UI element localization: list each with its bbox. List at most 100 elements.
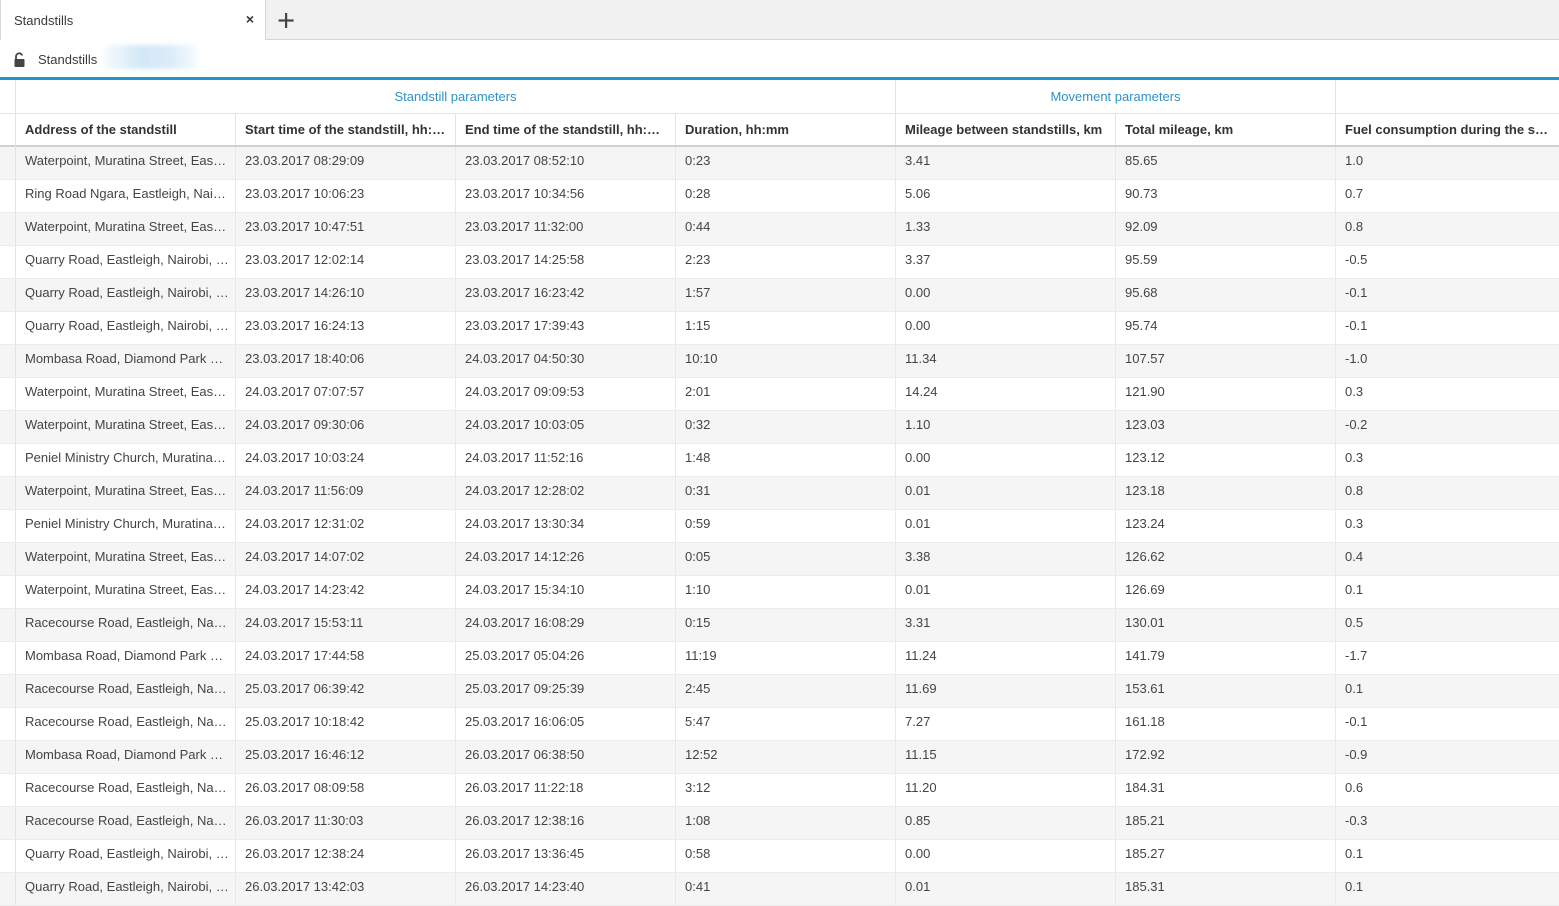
table-row[interactable]: Quarry Road, Eastleigh, Nairobi, 00... 26… <box>0 840 1559 873</box>
table-cell: 23.03.2017 10:47:51 <box>236 213 456 245</box>
column-header-address[interactable]: Address of the standstill <box>16 114 236 145</box>
table-cell: 23.03.2017 14:25:58 <box>456 246 676 278</box>
table-row[interactable]: Waterpoint, Muratina Street, Eastl... 24.… <box>0 477 1559 510</box>
table-cell: 26.03.2017 11:22:18 <box>456 774 676 806</box>
table-cell: -1.0 <box>1345 351 1368 366</box>
table-cell: 95.74 <box>1116 312 1336 344</box>
row-gutter-cell <box>0 180 16 212</box>
table-row[interactable]: Ring Road Ngara, Eastleigh, Nairo... 23.0… <box>0 180 1559 213</box>
table-cell: 130.01 <box>1116 609 1336 641</box>
table-cell: -0.1 <box>1345 318 1368 333</box>
table-row[interactable]: Waterpoint, Muratina Street, Eastl... 24.… <box>0 411 1559 444</box>
table-cell: 23.03.2017 16:23:42 <box>456 279 676 311</box>
table-cell: 11.24 <box>896 642 1116 674</box>
table-cell: 0:23 <box>676 147 896 179</box>
table-cell: 0.01 <box>896 576 1116 608</box>
table-cell: 11.15 <box>896 741 1116 773</box>
table-cell: 1.0 <box>1345 153 1364 168</box>
close-icon[interactable]: × <box>243 11 257 27</box>
table-cell: 0.00 <box>896 840 1116 872</box>
table-row[interactable]: Quarry Road, Eastleigh, Nairobi, 00... 23… <box>0 279 1559 312</box>
table-row[interactable]: Peniel Ministry Church, Muratina S... 24.… <box>0 444 1559 477</box>
table-cell: 1:57 <box>676 279 896 311</box>
row-gutter-cell <box>0 675 16 707</box>
tab-label: Standstills <box>14 13 74 28</box>
table-cell: 10:10 <box>676 345 896 377</box>
table-cell: 5:47 <box>676 708 896 740</box>
row-gutter-cell <box>0 411 16 443</box>
table-cell: 12:52 <box>676 741 896 773</box>
table-cell: Waterpoint, Muratina Street, Eastl... <box>16 543 236 575</box>
table-cell: 2:23 <box>676 246 896 278</box>
table-cell: 1.10 <box>896 411 1116 443</box>
table-cell: 161.18 <box>1116 708 1336 740</box>
table-cell: Peniel Ministry Church, Muratina S... <box>16 510 236 542</box>
table-row[interactable]: Mombasa Road, Diamond Park Es... 24.03.20… <box>0 642 1559 675</box>
table-cell: 0.1 <box>1345 582 1364 597</box>
column-header-end-time[interactable]: End time of the standstill, hh:mm... <box>456 114 676 145</box>
table-row[interactable]: Racecourse Road, Eastleigh, Nairo... 25.0… <box>0 708 1559 741</box>
table-cell: 0:31 <box>676 477 896 509</box>
table-cell: Racecourse Road, Eastleigh, Nairo... <box>16 708 236 740</box>
table-row[interactable]: Peniel Ministry Church, Muratina S... 24.… <box>0 510 1559 543</box>
table-cell: 23.03.2017 14:26:10 <box>236 279 456 311</box>
table-cell: 23.03.2017 17:39:43 <box>456 312 676 344</box>
column-header-total-mileage[interactable]: Total mileage, km <box>1116 114 1336 145</box>
table-cell: 153.61 <box>1116 675 1336 707</box>
table-cell: Quarry Road, Eastleigh, Nairobi, 00... <box>16 246 236 278</box>
plus-icon <box>278 13 294 28</box>
table-cell: 0.1 <box>1345 846 1364 861</box>
table-cell: 24.03.2017 12:28:02 <box>456 477 676 509</box>
table-row[interactable]: Quarry Road, Eastleigh, Nairobi, 00... 23… <box>0 312 1559 345</box>
table-cell: 0.1 <box>1345 879 1364 894</box>
table-row[interactable]: Quarry Road, Eastleigh, Nairobi, 00... 23… <box>0 246 1559 279</box>
group-movement-parameters: Movement parameters <box>896 80 1336 114</box>
table-cell: 23.03.2017 10:06:23 <box>236 180 456 212</box>
column-header-fuel-consumption[interactable]: Fuel consumption during the stan... <box>1336 114 1556 145</box>
column-header-mileage-between[interactable]: Mileage between standstills, km <box>896 114 1116 145</box>
table-cell: 24.03.2017 10:03:05 <box>456 411 676 443</box>
add-tab-button[interactable] <box>274 6 298 34</box>
table-cell: 26.03.2017 12:38:16 <box>456 807 676 839</box>
table-row[interactable]: Racecourse Road, Eastleigh, Nairo... 26.0… <box>0 774 1559 807</box>
table-cell: 23.03.2017 08:52:10 <box>456 147 676 179</box>
tab-standstills[interactable]: Standstills × <box>0 0 266 40</box>
table-row[interactable]: Waterpoint, Muratina Street, Eastl... 24.… <box>0 543 1559 576</box>
table-row[interactable]: Waterpoint, Muratina Street, Eastl... 24.… <box>0 378 1559 411</box>
table-row[interactable]: Waterpoint, Muratina Street, Eastl... 23.… <box>0 147 1559 180</box>
table-cell: 2:01 <box>676 378 896 410</box>
table-cell: 7.27 <box>896 708 1116 740</box>
table-row[interactable]: Mombasa Road, Diamond Park Es... 23.03.20… <box>0 345 1559 378</box>
report-toolbar: Standstills <box>0 40 1559 77</box>
table-cell: 123.03 <box>1116 411 1336 443</box>
table-cell: 0:32 <box>676 411 896 443</box>
row-gutter-cell <box>0 477 16 509</box>
table-row[interactable]: Mombasa Road, Diamond Park Es... 25.03.20… <box>0 741 1559 774</box>
column-header-duration[interactable]: Duration, hh:mm <box>676 114 896 145</box>
row-gutter-cell <box>0 840 16 872</box>
unlock-icon[interactable] <box>13 52 27 68</box>
table-cell: 95.68 <box>1116 279 1336 311</box>
column-header-start-time[interactable]: Start time of the standstill, hh:m... <box>236 114 456 145</box>
table-cell: -0.9 <box>1345 747 1368 762</box>
table-cell: 25.03.2017 16:06:05 <box>456 708 676 740</box>
group-standstill-parameters: Standstill parameters <box>16 80 896 114</box>
row-gutter-cell <box>0 279 16 311</box>
table-cell: 24.03.2017 17:44:58 <box>236 642 456 674</box>
table-row[interactable]: Racecourse Road, Eastleigh, Nairo... 26.0… <box>0 807 1559 840</box>
table-cell: 1:08 <box>676 807 896 839</box>
table-row[interactable]: Quarry Road, Eastleigh, Nairobi, 00... 26… <box>0 873 1559 906</box>
table-cell: 185.27 <box>1116 840 1336 872</box>
table-cell: 11.69 <box>896 675 1116 707</box>
table-cell: 24.03.2017 15:34:10 <box>456 576 676 608</box>
table-cell: 126.69 <box>1116 576 1336 608</box>
table-cell: 11:19 <box>676 642 896 674</box>
table-cell: 25.03.2017 16:46:12 <box>236 741 456 773</box>
table-cell: 24.03.2017 16:08:29 <box>456 609 676 641</box>
table-cell: 0.7 <box>1345 186 1364 201</box>
table-row[interactable]: Waterpoint, Muratina Street, Eastl... 23.… <box>0 213 1559 246</box>
table-row[interactable]: Racecourse Road, Eastleigh, Nairo... 25.0… <box>0 675 1559 708</box>
table-row[interactable]: Waterpoint, Muratina Street, Eastl... 24.… <box>0 576 1559 609</box>
table-row[interactable]: Racecourse Road, Eastleigh, Nairo... 24.0… <box>0 609 1559 642</box>
table-cell: 23.03.2017 16:24:13 <box>236 312 456 344</box>
